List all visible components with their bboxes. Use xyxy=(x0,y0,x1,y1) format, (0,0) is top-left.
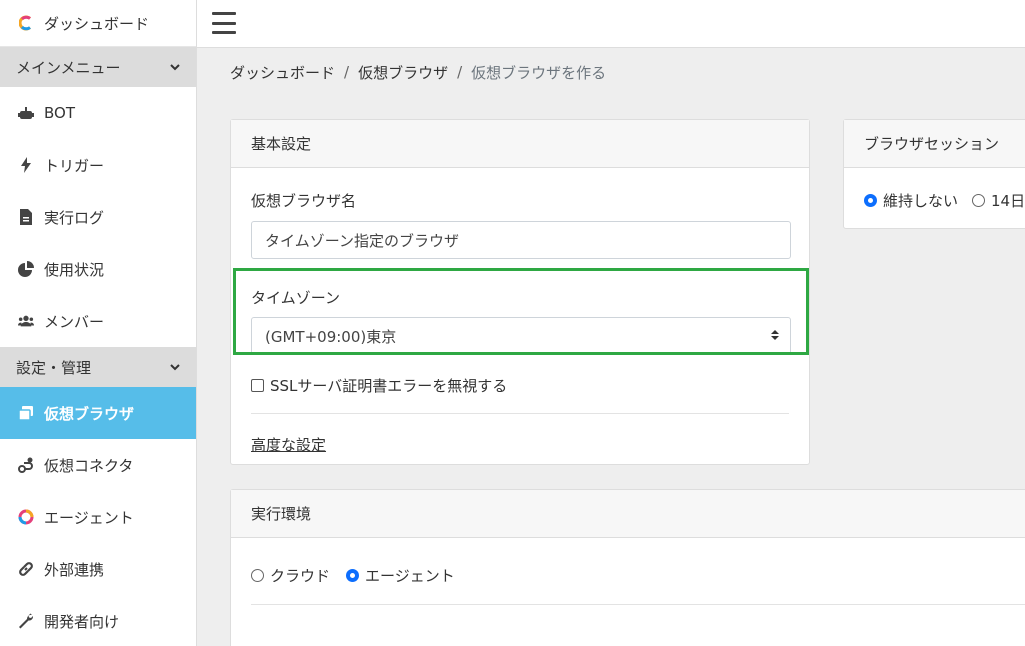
sidebar-item-label: 外部連携 xyxy=(44,560,105,579)
sidebar-item-integrations[interactable]: 外部連携 xyxy=(0,543,196,595)
session-option-radio-no-keep[interactable] xyxy=(864,194,877,207)
env-option-label: エージェント xyxy=(365,567,455,585)
browser-name-value: タイムゾーン指定のブラウザ xyxy=(265,231,459,250)
divider xyxy=(251,413,789,414)
pie-chart-icon xyxy=(18,261,34,277)
brand-label: ダッシュボード xyxy=(44,14,150,33)
brand-logo-icon xyxy=(18,15,34,31)
card-title: ブラウザセッション xyxy=(864,135,1000,153)
section-label: メインメニュー xyxy=(16,58,121,77)
file-icon xyxy=(18,209,34,225)
sidebar: ダッシュボード メインメニュー BOT トリガー 実行ログ 使用状況 メンバー … xyxy=(0,0,197,646)
card-header: 基本設定 xyxy=(231,120,809,168)
session-option-label: 維持しない xyxy=(883,192,959,210)
hamburger-icon[interactable] xyxy=(212,12,236,34)
copy-icon xyxy=(18,405,34,421)
ssl-ignore-label: SSLサーバ証明書エラーを無視する xyxy=(270,377,508,395)
sidebar-item-label: 開発者向け xyxy=(44,612,120,631)
execution-env-card: 実行環境 クラウド エージェント xyxy=(230,489,1025,646)
sidebar-item-label: トリガー xyxy=(44,156,105,175)
sidebar-item-usage[interactable]: 使用状況 xyxy=(0,243,196,295)
sidebar-item-members[interactable]: メンバー xyxy=(0,295,196,347)
timezone-highlight-box xyxy=(233,268,809,355)
bolt-icon xyxy=(18,157,34,173)
breadcrumb-separator: / xyxy=(457,63,463,81)
route-icon xyxy=(18,457,34,473)
sidebar-brand[interactable]: ダッシュボード xyxy=(0,0,196,47)
sidebar-item-label: メンバー xyxy=(44,312,105,331)
section-main-menu[interactable]: メインメニュー xyxy=(0,47,196,87)
breadcrumb-item-dashboard[interactable]: ダッシュボード xyxy=(230,62,335,83)
session-option-radio-14d[interactable] xyxy=(972,194,986,207)
sidebar-item-bot[interactable]: BOT xyxy=(0,87,196,139)
chevron-down-icon xyxy=(168,360,182,374)
agent-logo-icon xyxy=(18,509,34,525)
link-icon xyxy=(18,561,34,577)
wrench-icon xyxy=(18,613,34,629)
section-settings[interactable]: 設定・管理 xyxy=(0,347,196,387)
sidebar-item-agent[interactable]: エージェント xyxy=(0,491,196,543)
top-bar xyxy=(197,0,1025,48)
sidebar-item-developers[interactable]: 開発者向け xyxy=(0,595,196,646)
users-icon xyxy=(18,313,34,329)
card-title: 実行環境 xyxy=(251,505,312,523)
session-option-label: 14日 xyxy=(991,192,1025,210)
ssl-ignore-checkbox[interactable] xyxy=(251,379,264,392)
sidebar-item-virtual-connector[interactable]: 仮想コネクタ xyxy=(0,439,196,491)
sidebar-item-label: 実行ログ xyxy=(44,208,105,227)
card-header: 実行環境 xyxy=(231,490,1025,538)
breadcrumb: ダッシュボード / 仮想ブラウザ / 仮想ブラウザを作る xyxy=(230,62,606,82)
section-label: 設定・管理 xyxy=(16,358,92,377)
sidebar-item-label: 使用状況 xyxy=(44,260,105,279)
browser-name-input[interactable]: タイムゾーン指定のブラウザ xyxy=(251,221,791,259)
sidebar-item-label: エージェント xyxy=(44,508,134,527)
sidebar-item-label: 仮想コネクタ xyxy=(44,456,134,475)
ssl-ignore-option[interactable]: SSLサーバ証明書エラーを無視する xyxy=(251,375,789,396)
breadcrumb-separator: / xyxy=(344,63,350,81)
advanced-settings-link[interactable]: 高度な設定 xyxy=(251,436,326,454)
breadcrumb-item-virtual-browser[interactable]: 仮想ブラウザ xyxy=(358,62,448,83)
sidebar-item-label: 仮想ブラウザ xyxy=(44,404,135,423)
browser-session-card: ブラウザセッション 維持しない 14日 xyxy=(843,119,1025,229)
env-option-radio-agent[interactable] xyxy=(346,569,360,582)
sidebar-item-logs[interactable]: 実行ログ xyxy=(0,191,196,243)
card-title: 基本設定 xyxy=(251,135,312,153)
card-header: ブラウザセッション xyxy=(844,120,1025,168)
chevron-down-icon xyxy=(168,60,182,74)
env-option-label: クラウド xyxy=(270,567,331,585)
sidebar-item-label: BOT xyxy=(44,104,75,122)
divider xyxy=(251,604,1025,605)
sidebar-item-trigger[interactable]: トリガー xyxy=(0,139,196,191)
env-option-radio-cloud[interactable] xyxy=(251,569,264,582)
breadcrumb-item-current: 仮想ブラウザを作る xyxy=(471,63,607,82)
sidebar-item-virtual-browser[interactable]: 仮想ブラウザ xyxy=(0,387,196,439)
robot-icon xyxy=(18,105,34,121)
browser-name-label: 仮想ブラウザ名 xyxy=(251,192,357,210)
